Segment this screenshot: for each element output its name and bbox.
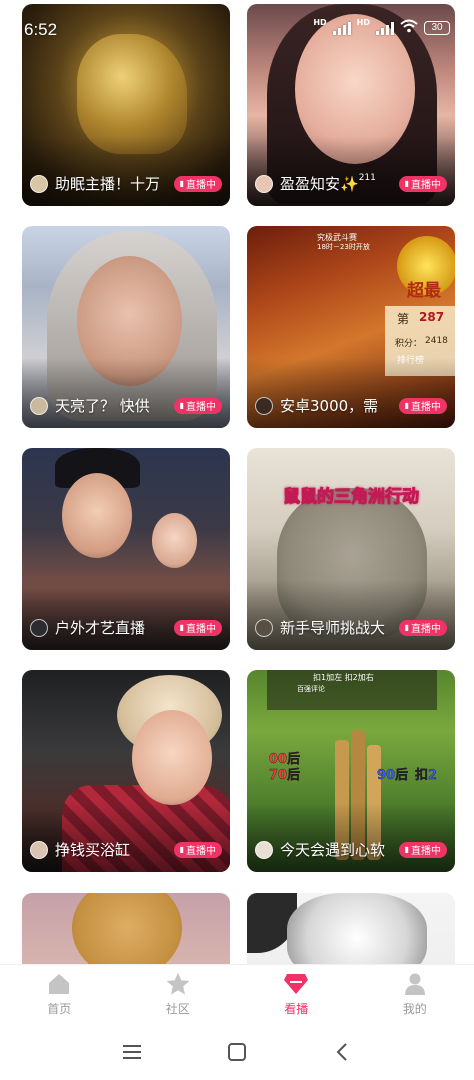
score-value: 2418 bbox=[425, 336, 448, 346]
team-label: 90后 bbox=[377, 768, 409, 783]
star-icon bbox=[165, 971, 191, 997]
streamer-avatar bbox=[30, 174, 48, 193]
tab-watch-live[interactable]: 看播 bbox=[237, 965, 356, 1025]
live-bars-icon: ▮ bbox=[404, 623, 409, 632]
live-badge: ▮ 直播中 bbox=[398, 841, 447, 858]
cover-caption: 鼠鼠的三角洲行动 bbox=[283, 487, 420, 508]
menu-icon[interactable] bbox=[112, 1032, 152, 1072]
live-badge: ▮ 直播中 bbox=[173, 397, 222, 414]
room-title: 天亮了？ 快供 bbox=[55, 397, 150, 415]
tab-label: 看播 bbox=[284, 1002, 309, 1016]
streamer-avatar bbox=[255, 840, 273, 859]
live-badge: ▮ 直播中 bbox=[398, 397, 447, 414]
room-title: 安卓3000，需 bbox=[280, 397, 379, 415]
score-label: 积分： bbox=[395, 339, 423, 349]
cover-image bbox=[22, 893, 230, 964]
live-room-card[interactable] bbox=[247, 893, 455, 964]
tab-label: 社区 bbox=[165, 1002, 190, 1016]
live-badge: ▮ 直播中 bbox=[173, 175, 222, 192]
live-room-card[interactable]: 扣1加左 扣2加右 百强评论 00后 70后 90后 扣2 今天会遇到心软 ▮ 直… bbox=[247, 670, 455, 872]
cover-image bbox=[247, 893, 455, 964]
profile-icon bbox=[402, 971, 428, 997]
tab-label: 首页 bbox=[47, 1002, 72, 1016]
live-bars-icon: ▮ bbox=[179, 401, 184, 410]
live-room-card[interactable]: 究极武斗赛 18时－23时开放 超最 第 287 积分： 2418 排行榜 安卓… bbox=[247, 226, 455, 428]
live-badge: ▮ 直播中 bbox=[398, 175, 447, 192]
live-bars-icon: ▮ bbox=[179, 179, 184, 188]
streamer-avatar bbox=[255, 618, 273, 637]
home-square-icon[interactable] bbox=[217, 1032, 257, 1072]
live-room-card[interactable]: 助眠主播！十万 ▮ 直播中 bbox=[22, 4, 230, 206]
tab-label: 我的 bbox=[402, 1002, 427, 1016]
live-room-card[interactable]: 挣钱买浴缸 ▮ 直播中 bbox=[22, 670, 230, 872]
live-room-card[interactable] bbox=[22, 893, 230, 964]
game-comment-label: 百强评论 bbox=[297, 685, 325, 693]
room-title: 盈盈知安✨211 bbox=[280, 173, 376, 193]
home-icon bbox=[46, 971, 72, 997]
rank-label: 第 bbox=[397, 312, 410, 326]
system-nav-bar bbox=[0, 1024, 474, 1080]
room-title: 户外才艺直播 bbox=[55, 619, 146, 637]
live-bars-icon: ▮ bbox=[404, 179, 409, 188]
room-title: 助眠主播！十万 bbox=[55, 175, 161, 193]
team-label: 70后 bbox=[269, 768, 301, 783]
streamer-avatar bbox=[30, 618, 48, 637]
live-bars-icon: ▮ bbox=[179, 623, 184, 632]
bottom-tab-bar: 首页 社区 看播 我的 bbox=[0, 964, 474, 1025]
rank-value: 287 bbox=[419, 310, 445, 324]
live-bars-icon: ▮ bbox=[179, 845, 184, 854]
game-banner-text: 超最 bbox=[407, 281, 441, 301]
back-icon[interactable] bbox=[322, 1032, 362, 1072]
room-title: 今天会遇到心软 bbox=[280, 841, 386, 859]
streamer-avatar bbox=[255, 396, 273, 415]
live-badge: ▮ 直播中 bbox=[398, 619, 447, 636]
room-title: 挣钱买浴缸 bbox=[55, 841, 131, 859]
tab-me[interactable]: 我的 bbox=[356, 965, 474, 1025]
live-gem-icon bbox=[283, 971, 309, 997]
tab-home[interactable]: 首页 bbox=[0, 965, 119, 1025]
live-room-card[interactable]: 户外才艺直播 ▮ 直播中 bbox=[22, 448, 230, 650]
tab-community[interactable]: 社区 bbox=[119, 965, 238, 1025]
live-room-grid: 助眠主播！十万 ▮ 直播中 盈盈知安✨211 ▮ 直播中 天亮了？ 快供 ▮ 直播中 … bbox=[0, 0, 474, 964]
game-hint: 扣1加左 扣2加右 bbox=[313, 673, 374, 682]
live-room-card[interactable]: 盈盈知安✨211 ▮ 直播中 bbox=[247, 4, 455, 206]
game-event-hours: 18时－23时开放 bbox=[317, 243, 370, 251]
live-badge: ▮ 直播中 bbox=[173, 619, 222, 636]
live-bars-icon: ▮ bbox=[404, 401, 409, 410]
live-room-card[interactable]: 天亮了？ 快供 ▮ 直播中 bbox=[22, 226, 230, 428]
team-label: 扣2 bbox=[415, 768, 438, 783]
room-title: 新手导师挑战大 bbox=[280, 619, 386, 637]
streamer-avatar bbox=[30, 396, 48, 415]
streamer-avatar bbox=[30, 840, 48, 859]
live-badge: ▮ 直播中 bbox=[173, 841, 222, 858]
streamer-avatar bbox=[255, 174, 273, 193]
live-bars-icon: ▮ bbox=[404, 845, 409, 854]
live-room-card[interactable]: 鼠鼠的三角洲行动 新手导师挑战大 ▮ 直播中 bbox=[247, 448, 455, 650]
